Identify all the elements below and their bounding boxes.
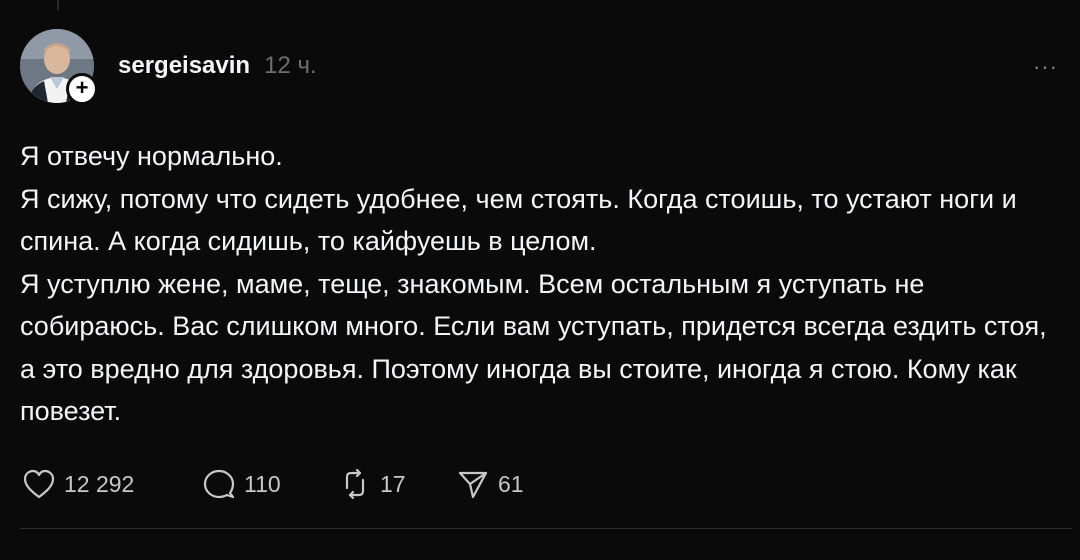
reply-button[interactable]: 110 <box>202 468 338 500</box>
share-count: 61 <box>498 470 524 497</box>
like-button[interactable]: 12 292 <box>22 468 202 500</box>
post-body: Я отвечу нормально. Я сижу, потому что с… <box>20 135 1065 433</box>
username[interactable]: sergeisavin <box>118 52 250 80</box>
follow-button[interactable]: + <box>66 73 98 105</box>
post-paragraph: Я сижу, потому что сидеть удобнее, чем с… <box>20 183 1017 257</box>
post-timestamp[interactable]: 12 ч. <box>264 52 317 80</box>
more-options-icon[interactable]: ··· <box>1033 56 1058 78</box>
share-button[interactable]: 61 <box>456 468 524 500</box>
post-paragraph: Я уступлю жене, маме, теще, знакомым. Вс… <box>20 268 1047 427</box>
avatar-container[interactable]: + <box>20 29 98 105</box>
repost-count: 17 <box>380 470 406 497</box>
post-header: sergeisavin 12 ч. <box>118 52 317 80</box>
repost-button[interactable]: 17 <box>338 468 456 500</box>
post-actions-bar: 12 292 110 17 61 <box>22 466 524 502</box>
like-count: 12 292 <box>64 470 135 497</box>
thread-connector-line <box>57 0 59 10</box>
share-icon <box>458 471 488 499</box>
plus-icon: + <box>75 75 89 100</box>
post-paragraph: Я отвечу нормально. <box>20 141 283 171</box>
repost-icon <box>345 468 365 500</box>
reply-count: 110 <box>244 470 281 497</box>
post-divider <box>20 528 1072 529</box>
heart-icon <box>23 469 55 499</box>
comment-icon <box>203 469 235 499</box>
